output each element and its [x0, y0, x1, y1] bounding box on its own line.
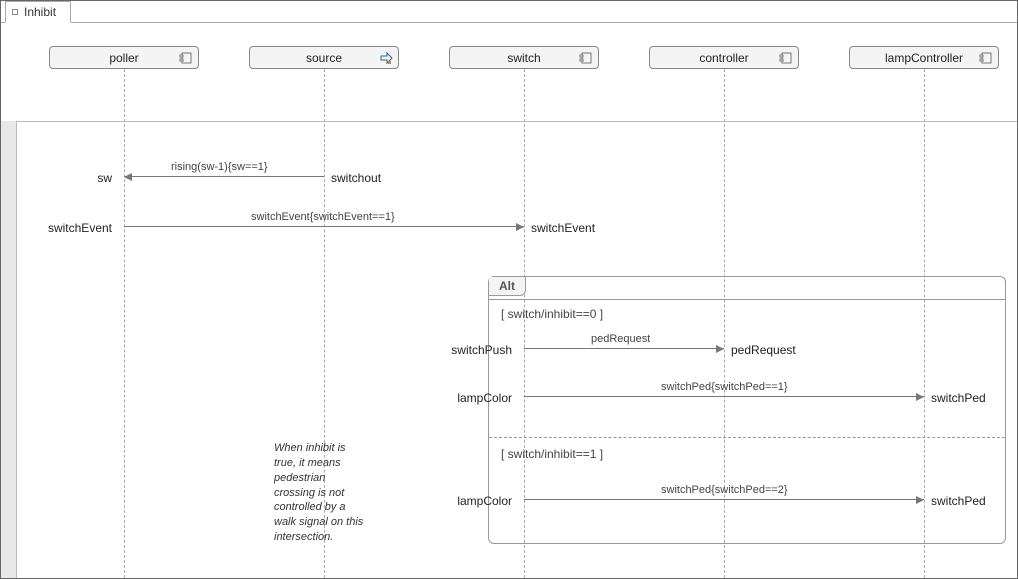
component-icon: [579, 51, 593, 65]
message-rising[interactable]: [124, 176, 324, 177]
note-inhibit: When inhibit is true, it means pedestria…: [274, 441, 364, 545]
port-label-sw: sw: [97, 171, 112, 185]
arrowhead-right-icon: [916, 393, 924, 401]
port-label-switchout: switchout: [331, 171, 381, 185]
lifeline-label: poller: [109, 51, 138, 65]
alt-header: Alt: [489, 277, 526, 296]
alt-operand-sep: [489, 437, 1005, 438]
tab-label: Inhibit: [24, 5, 56, 19]
port-label-lampcolor-1: lampColor: [457, 391, 512, 405]
arrowhead-right-icon: [516, 223, 524, 231]
diagram-frame: Inhibit poller source switch controller …: [0, 0, 1018, 579]
lifeline-poller: [124, 69, 125, 578]
component-icon: [179, 51, 193, 65]
message-switchevent[interactable]: [124, 226, 524, 227]
message-label: pedRequest: [591, 333, 650, 345]
lifeline-head-source[interactable]: source: [249, 46, 399, 69]
port-label-pedrequest: pedRequest: [731, 343, 796, 357]
lifeline-label: source: [306, 51, 342, 65]
alt-guard-1: [ switch/inhibit==0 ]: [501, 307, 603, 321]
lifeline-label: controller: [699, 51, 748, 65]
tab-inhibit[interactable]: Inhibit: [5, 1, 71, 23]
port-label-lampcolor-2: lampColor: [457, 494, 512, 508]
port-label-switchpush: switchPush: [451, 343, 512, 357]
lifeline-label: switch: [507, 51, 540, 65]
message-label: rising(sw-1){sw==1}: [171, 161, 268, 173]
alt-fragment[interactable]: Alt [ switch/inhibit==0 ] [ switch/inhib…: [488, 276, 1006, 544]
message-label: switchPed{switchPed==2}: [661, 484, 788, 496]
arrowhead-right-icon: [716, 345, 724, 353]
port-label-switchevent-to: switchEvent: [531, 221, 595, 235]
tab-indicator-icon: [12, 9, 18, 15]
alt-guard-2: [ switch/inhibit==1 ]: [501, 447, 603, 461]
arrowhead-right-icon: [916, 496, 924, 504]
message-switchped-2[interactable]: [524, 499, 924, 500]
message-switchped-1[interactable]: [524, 396, 924, 397]
lifeline-label: lampController: [885, 51, 963, 65]
arrowhead-left-icon: [124, 173, 132, 181]
body-separator: [1, 121, 1017, 122]
port-label-switchped-1: switchPed: [931, 391, 986, 405]
message-label: switchPed{switchPed==1}: [661, 381, 788, 393]
tab-bar: Inhibit: [1, 1, 1017, 23]
alt-header-sep: [489, 299, 1005, 300]
lifeline-head-controller[interactable]: controller: [649, 46, 799, 69]
component-icon: [779, 51, 793, 65]
port-label-switchevent-from: switchEvent: [48, 221, 112, 235]
lifeline-head-switch[interactable]: switch: [449, 46, 599, 69]
message-label: switchEvent{switchEvent==1}: [251, 211, 395, 223]
port-label-switchped-2: switchPed: [931, 494, 986, 508]
left-gutter: [1, 121, 17, 578]
lifeline-head-lampcontroller[interactable]: lampController: [849, 46, 999, 69]
lifeline-head-poller[interactable]: poller: [49, 46, 199, 69]
arrow-block-icon: [379, 51, 393, 65]
component-icon: [979, 51, 993, 65]
message-pedrequest[interactable]: [524, 348, 724, 349]
